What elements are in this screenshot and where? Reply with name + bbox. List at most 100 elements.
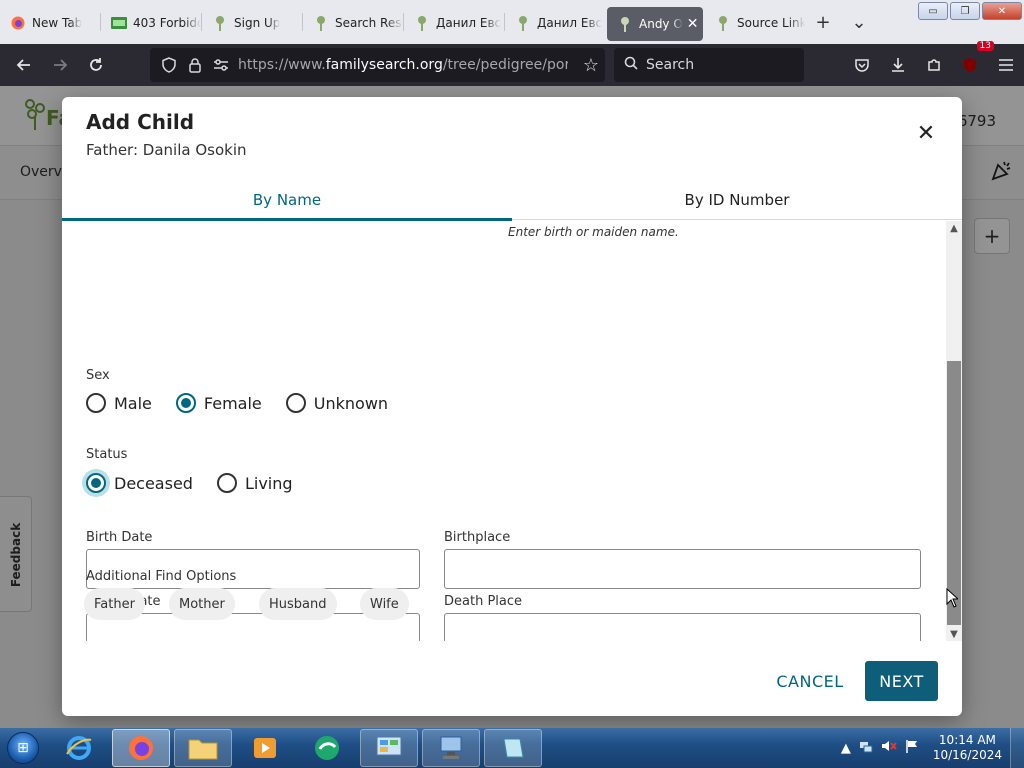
volume-muted-icon[interactable] [881,739,897,757]
pocket-button[interactable] [844,49,880,81]
start-button[interactable]: ⊞ [0,728,46,768]
notepad-icon [503,738,524,758]
next-button[interactable]: NEXT [865,661,938,701]
dialog-scrollbar[interactable]: ▲ ▼ [946,221,962,641]
ublock-button[interactable]: 13 [952,41,994,81]
radio-male[interactable] [86,393,106,413]
minimize-button[interactable]: ▭ [918,2,948,20]
arrow-right-icon [54,59,68,71]
chip-husband[interactable]: Husband [259,588,337,620]
reload-button[interactable] [78,49,114,81]
extensions-button[interactable] [916,49,952,81]
cancel-button[interactable]: CANCEL [768,661,852,701]
clock-date: 10/16/2024 [932,748,1002,762]
menu-button[interactable] [988,49,1024,81]
radio-label-deceased: Deceased [114,473,193,493]
close-dialog-button[interactable]: ✕ [912,119,940,147]
shield-icon[interactable] [156,57,182,73]
status-label: Status [86,447,128,462]
taskbar-firefox[interactable] [112,729,170,767]
taskbar-green-app[interactable] [298,729,356,767]
tab-danil-1[interactable]: Данил Евс [404,5,504,41]
tab-title: Sign Up [234,16,281,30]
tab-andy-active[interactable]: Andy O ✕ [607,7,703,41]
url-domain: familysearch.org [325,57,443,73]
sex-option-unknown[interactable]: Unknown [285,393,388,413]
taskbar-network[interactable] [422,729,480,767]
name-hint: Enter birth or maiden name. [508,225,679,239]
forward-button[interactable] [42,49,78,81]
tab-new-tab[interactable]: New Tab [0,5,100,41]
tab-by-id-number[interactable]: By ID Number [512,179,962,220]
action-center-flag-icon[interactable] [905,739,919,757]
radio-deceased[interactable] [86,473,106,493]
network-status-icon[interactable] [859,739,873,757]
toolbar-icons: 13 [844,41,1024,86]
tab-search-results[interactable]: Search Results [303,5,403,41]
sex-label: Sex [86,368,110,383]
additional-find-options-label: Additional Find Options [86,569,237,584]
new-tab-button[interactable]: + [805,4,841,40]
show-desktop-button[interactable] [1010,728,1024,768]
dialog-title: Add Child [86,110,195,134]
pocket-icon [855,59,869,72]
window-close-button[interactable]: ✕ [982,2,1022,20]
hamburger-menu-icon [999,59,1013,71]
firefox-icon [10,15,26,31]
birthplace-input[interactable] [444,549,921,589]
tab-title: Данил Евс [537,16,603,30]
scrollbar-thumb[interactable] [947,361,961,625]
sex-option-male[interactable]: Male [86,393,152,413]
familysearch-tree-icon [617,16,633,32]
url-bar[interactable]: https://www.familysearch.org/tree/pedigr… [150,48,605,82]
downloads-button[interactable] [880,49,916,81]
bookmark-star-icon[interactable]: ☆ [583,55,599,76]
firefox-icon [129,736,153,760]
sex-radio-group: Male Female Unknown [86,393,412,413]
sex-option-female[interactable]: Female [175,393,262,413]
taskbar-notepad[interactable] [484,729,542,767]
scroll-down-arrow-icon[interactable]: ▼ [946,627,962,641]
chip-wife[interactable]: Wife [360,588,409,620]
scroll-up-arrow-icon[interactable]: ▲ [946,221,962,235]
familysearch-tree-icon [515,15,531,31]
chip-mother[interactable]: Mother [169,588,235,620]
tab-source-linker[interactable]: Source Linker [705,5,805,41]
search-mode-tabs: By Name By ID Number [62,179,962,221]
radio-label-living: Living [244,473,293,493]
tab-danil-2[interactable]: Данил Евс [505,5,605,41]
windows-taskbar: ⊞ ▲ 10:14 AM 10/16/2024 [0,728,1024,768]
system-clock[interactable]: 10:14 AM 10/16/2024 [933,733,1002,763]
taskbar-media-player[interactable] [236,729,294,767]
familysearch-tree-icon [715,15,731,31]
window-controls: ▭ ❐ ✕ [918,2,1022,20]
media-player-icon [254,738,276,758]
status-option-deceased[interactable]: Deceased [86,473,193,493]
familysearch-tree-icon [414,15,430,31]
taskbar-control-panel[interactable] [360,729,418,767]
search-placeholder: Search [646,57,695,73]
radio-living[interactable] [216,473,237,493]
restore-button[interactable]: ❐ [950,2,980,20]
status-option-living[interactable]: Living [216,473,293,493]
radio-unknown[interactable] [285,393,306,413]
tab-sign-up[interactable]: Sign Up [202,5,302,41]
death-place-input[interactable] [444,613,921,641]
tab-list-button[interactable]: ⌄ [841,4,877,40]
tab-title: 403 Forbidden [133,16,201,30]
tab-by-name[interactable]: By Name [62,179,512,221]
url-text[interactable]: https://www.familysearch.org/tree/pedigr… [238,57,568,73]
back-button[interactable] [6,49,42,81]
chip-father[interactable]: Father [84,588,145,620]
permissions-icon[interactable] [208,58,234,72]
tab-403-forbidden[interactable]: 403 Forbidden [101,5,201,41]
tab-title: Данил Евс [436,16,502,30]
close-tab-icon[interactable]: ✕ [687,16,699,32]
network-computer-icon [440,736,462,759]
taskbar-file-explorer[interactable] [174,729,232,767]
lock-icon[interactable] [182,57,208,73]
search-input[interactable]: Search [614,48,804,82]
taskbar-internet-explorer[interactable] [50,729,108,767]
show-hidden-icons-icon[interactable]: ▲ [841,741,851,756]
radio-female[interactable] [175,393,196,413]
